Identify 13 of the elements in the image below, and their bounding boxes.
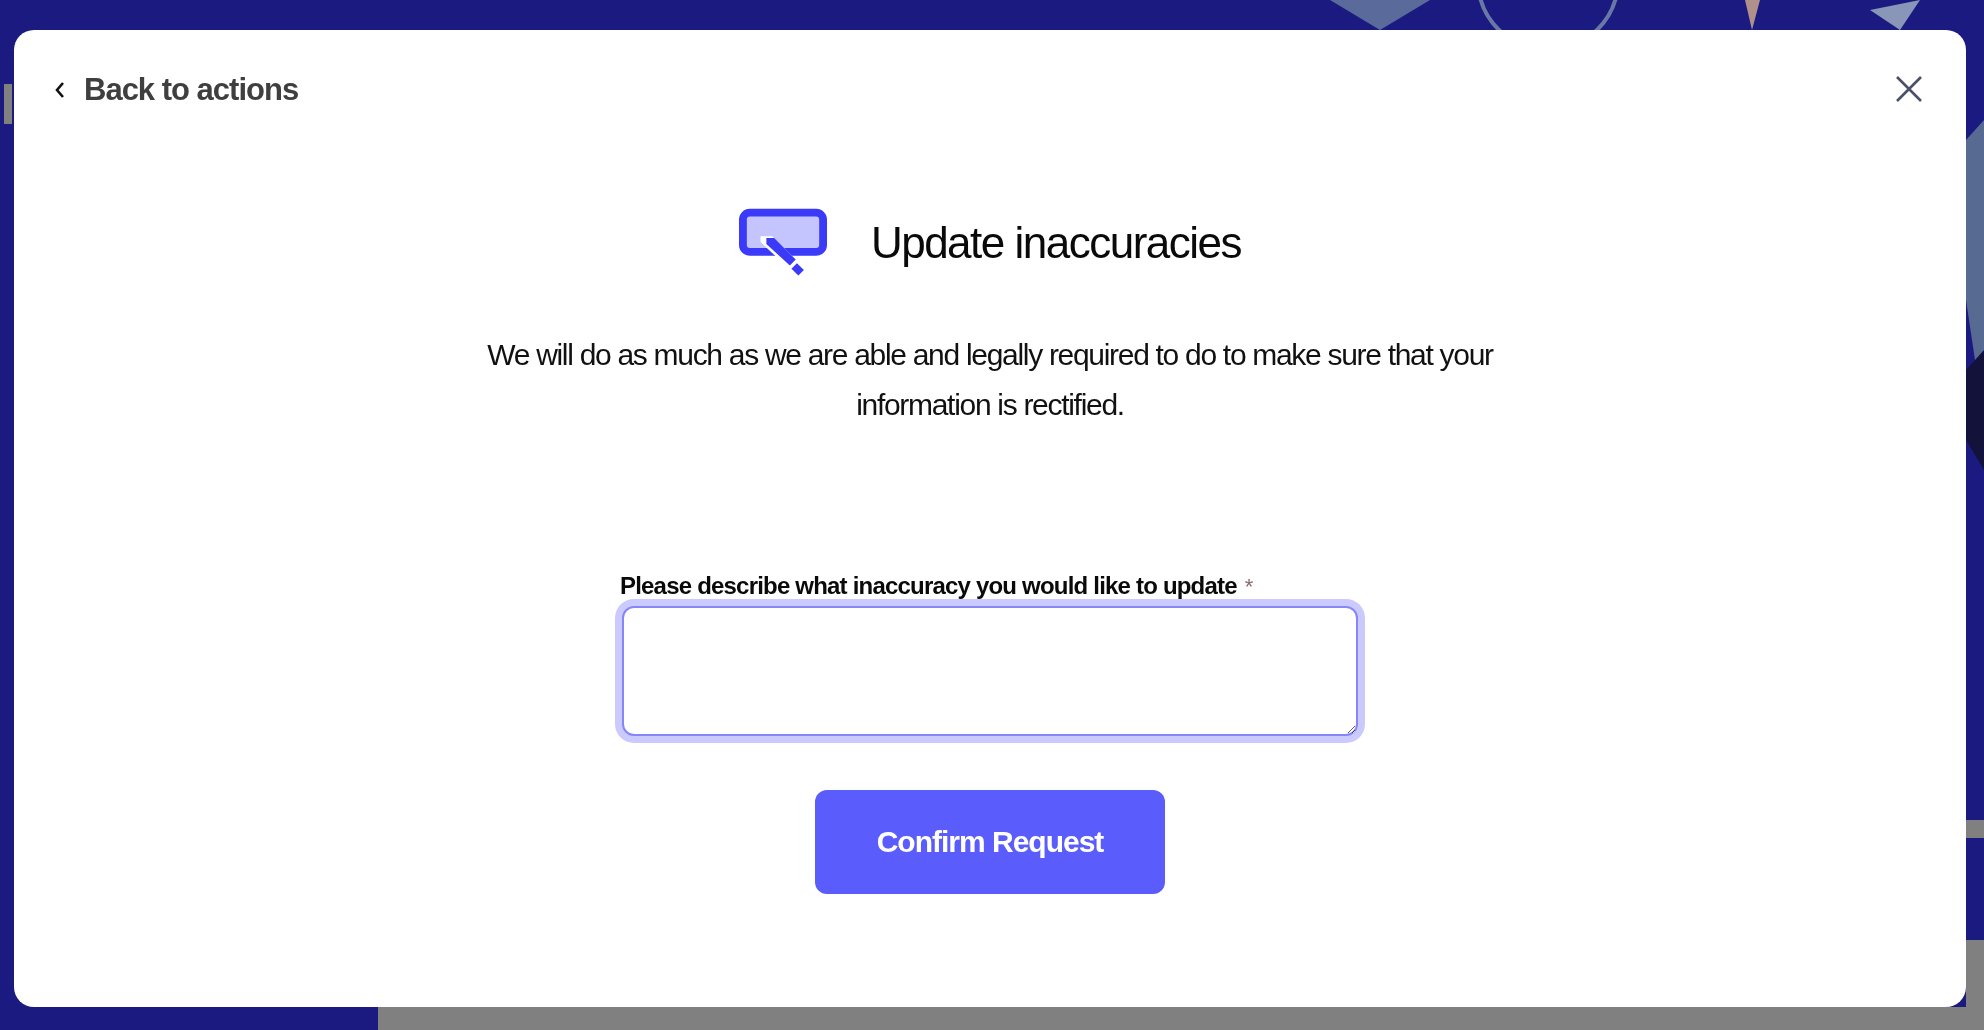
background-shape bbox=[1966, 820, 1984, 838]
edit-screen-icon bbox=[738, 208, 827, 278]
description-text: We will do as much as we are able and legally required to do to make sure that your information is rectified. bbox=[486, 337, 1495, 423]
confirm-request-button[interactable]: Confirm Request bbox=[815, 790, 1165, 894]
required-mark: * bbox=[1244, 574, 1254, 600]
chevron-left-icon bbox=[54, 81, 66, 99]
description-field[interactable] bbox=[622, 606, 1358, 736]
background-shape bbox=[1870, 0, 1920, 30]
dialog-title: Update inaccuracies bbox=[870, 218, 1242, 268]
field-label: Please describe what inaccuracy you would like to update bbox=[620, 572, 1237, 600]
background-shape bbox=[1745, 0, 1760, 30]
back-link[interactable]: Back to actions bbox=[54, 72, 299, 108]
background-shape bbox=[4, 84, 12, 124]
